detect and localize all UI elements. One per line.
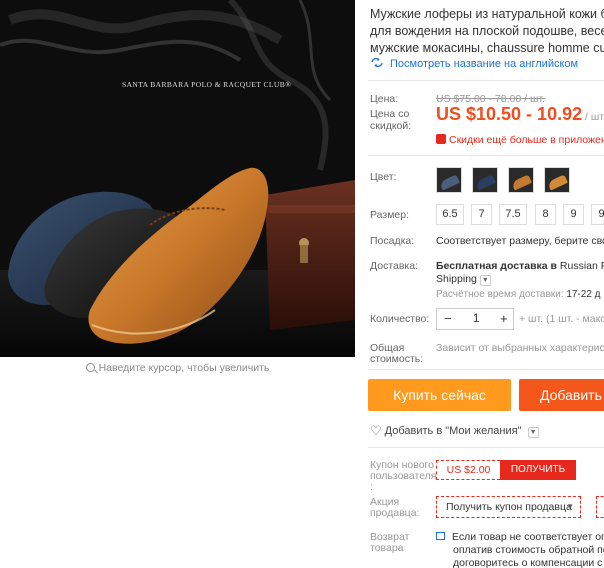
divider	[368, 155, 604, 156]
zoom-hint-text: Наведите курсор, чтобы увеличить	[98, 362, 270, 374]
returns-text: Если товар не соответствует опис оплатив…	[436, 531, 604, 568]
color-swatch[interactable]	[544, 167, 570, 193]
shipping-method[interactable]: Russian Fe	[560, 260, 604, 272]
divider	[368, 447, 604, 448]
delivery-estimate-value: 17-22 д	[566, 289, 601, 300]
brand-caption: SANTA BARBARA POLO & RACQUET CLUB®	[122, 80, 292, 89]
translate-link-text[interactable]: Посмотреть название на английском	[390, 58, 578, 70]
translate-icon	[371, 57, 383, 68]
product-title: Мужские лоферы из натуральной кожи бе дл…	[370, 6, 604, 57]
fit-value: Соответствует размеру, берите свой	[436, 235, 604, 247]
delivery-estimate: Расчётное время доставки: 17-22 д	[436, 289, 601, 300]
seller-coupon-select[interactable]: Получить купон продавца ▼	[436, 496, 581, 518]
size-option[interactable]: 7.5	[499, 204, 527, 225]
chevron-down-icon[interactable]: ▼	[527, 427, 539, 438]
quantity-label: Количество:	[370, 313, 430, 325]
buy-now-button[interactable]: Купить сейчас	[368, 379, 511, 411]
quantity-value[interactable]: 1	[473, 309, 479, 329]
product-info-panel: Мужские лоферы из натуральной кожи бе дл…	[368, 0, 604, 568]
color-swatch[interactable]	[508, 167, 534, 193]
chevron-down-icon[interactable]: ▼	[566, 497, 574, 517]
color-swatch[interactable]	[436, 167, 462, 193]
minus-button[interactable]: −	[444, 309, 452, 329]
free-shipping-text: Бесплатная доставка в	[436, 260, 557, 272]
discount-price-label-2: скидкой:	[370, 120, 412, 132]
size-label: Размер:	[370, 209, 410, 221]
heart-icon[interactable]: ♡	[370, 423, 382, 438]
discount-price: US $10.50 - 10.92 / шт.	[436, 104, 604, 125]
price-unit: / шт.	[585, 111, 604, 123]
new-user-coupon-label-2: пользователя	[370, 470, 437, 482]
coupon-amount: US $2.00	[436, 460, 500, 480]
delivery-line-1: Бесплатная доставка в Russian Fe	[436, 260, 604, 272]
seller-coupon-text[interactable]: Получить купон продавца	[446, 501, 572, 513]
size-option[interactable]: 8	[535, 204, 556, 225]
returns-line: Если товар не соответствует опис	[452, 531, 604, 543]
price-label: Цена:	[370, 93, 399, 105]
returns-line: оплатив стоимость обратной пер	[453, 544, 604, 556]
quantity-stepper[interactable]: − 1 +	[436, 308, 514, 330]
size-option[interactable]: 6.5	[436, 204, 464, 225]
magnifier-icon	[85, 363, 95, 372]
product-title-line: Мужские лоферы из натуральной кожи бе	[370, 7, 604, 21]
new-price: US $10.50 - 10.92	[436, 104, 583, 124]
add-to-cart-button[interactable]: Добавить	[519, 379, 604, 411]
total-label-2: стоимость:	[370, 353, 424, 365]
product-title-line: мужские мокасины, chaussure homme cuir	[370, 41, 604, 55]
product-main-image[interactable]: SANTA BARBARA POLO & RACQUET CLUB®	[0, 0, 355, 357]
divider	[368, 369, 604, 370]
quantity-note: + шт. (1 шт. - макси	[519, 313, 604, 325]
wishlist-label[interactable]: Добавить в "Мои желания"	[385, 425, 522, 437]
app-discount-link[interactable]: Скидки ещё больше в приложени	[436, 134, 604, 146]
size-option[interactable]: 9	[591, 204, 604, 225]
returns-line: договоритесь о компенсации с п	[453, 557, 604, 568]
info-icon	[436, 532, 445, 540]
zoom-hint: Наведите курсор, чтобы увеличить	[0, 362, 355, 374]
translate-title-link[interactable]: Посмотреть название на английском	[370, 57, 578, 70]
shipping-method-name[interactable]: Shipping	[436, 273, 477, 285]
seller-coupon-extra[interactable]	[596, 496, 604, 518]
size-option[interactable]: 9	[563, 204, 584, 225]
total-value: Зависит от выбранных характеристи	[436, 342, 604, 354]
fit-label: Посадка:	[370, 235, 415, 247]
size-option[interactable]: 7	[471, 204, 492, 225]
product-photo	[0, 0, 355, 357]
plus-button[interactable]: +	[500, 309, 508, 329]
coupon-icon	[436, 134, 446, 144]
delivery-label: Доставка:	[370, 260, 419, 272]
new-user-coupon-label-3: :	[370, 481, 373, 493]
color-swatch[interactable]	[472, 167, 498, 193]
color-label: Цвет:	[370, 171, 397, 183]
divider	[368, 80, 604, 81]
seller-promo-label-2: продавца:	[370, 507, 420, 519]
shipping-method-selector[interactable]: Shipping ▼	[436, 273, 491, 286]
product-title-line: для вождения на плоской подошве, весен	[370, 24, 604, 38]
app-discount-text[interactable]: Скидки ещё больше в приложени	[449, 134, 604, 146]
chevron-down-icon[interactable]: ▼	[479, 275, 491, 286]
add-to-wishlist[interactable]: ♡ Добавить в "Мои желания" ▼	[370, 423, 539, 439]
returns-label-2: товара	[370, 542, 404, 554]
get-coupon-button[interactable]: ПОЛУЧИТЬ	[500, 460, 576, 480]
discount-price-label-1: Цена со	[370, 108, 410, 120]
delivery-estimate-label: Расчётное время доставки:	[436, 289, 564, 300]
